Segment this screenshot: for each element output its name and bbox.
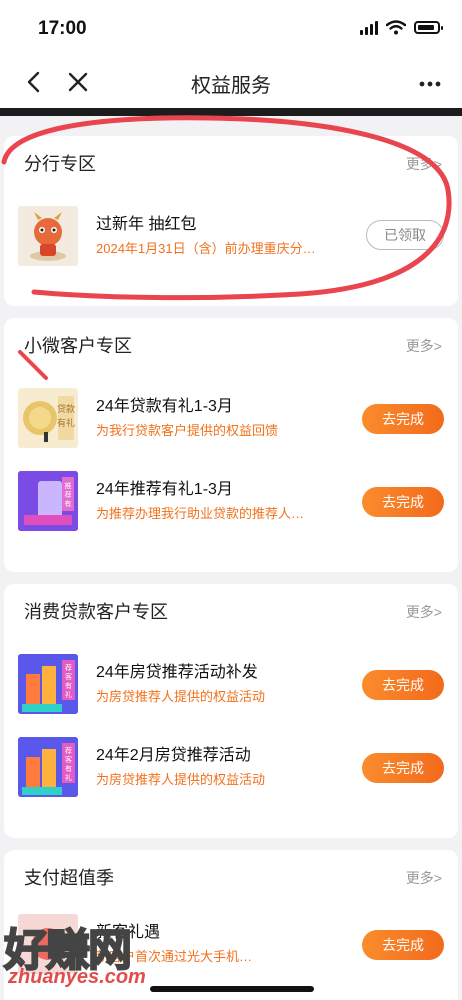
item-title: 24年2月房贷推荐活动 xyxy=(96,747,251,764)
complete-button[interactable]: 去完成 xyxy=(362,487,444,517)
status-time: 17:00 xyxy=(38,18,87,39)
list-item[interactable]: 荐 客 有 礼 24年房贷推荐活动补发 为房贷推荐人提供的权益活动 去完成 xyxy=(4,652,458,716)
section-consumer-loan: 消费贷款客户专区 更多> 荐 客 有 礼 24年房贷推荐活动补发 为房贷推荐人提… xyxy=(4,584,458,838)
dragon-mascot-icon xyxy=(18,206,78,266)
section-small-business: 小微客户专区 更多> 贷款 有礼 24年贷款有礼1-3月 为我行贷款客户提供的权… xyxy=(4,318,458,572)
wifi-icon xyxy=(386,20,406,35)
more-link[interactable]: 更多> xyxy=(406,336,442,356)
item-desc: 为我行贷款客户提供的权益回馈 xyxy=(96,423,279,438)
mortgage-referral-icon: 荐 客 有 礼 xyxy=(18,737,78,797)
list-item[interactable]: 推 荐 有 24年推荐有礼1-3月 为推荐办理我行助业贷款的推荐人… 去完成 xyxy=(4,469,458,533)
complete-button[interactable]: 去完成 xyxy=(362,753,444,783)
referral-gift-icon: 推 荐 有 xyxy=(18,471,78,531)
svg-text:贷款: 贷款 xyxy=(57,403,75,415)
svg-text:有: 有 xyxy=(65,764,72,773)
item-desc: 为房贷推荐人提供的权益活动 xyxy=(96,689,266,704)
list-item[interactable]: 荐 客 有 礼 24年2月房贷推荐活动 为房贷推荐人提供的权益活动 去完成 xyxy=(4,735,458,799)
more-icon[interactable] xyxy=(416,68,444,96)
home-indicator[interactable] xyxy=(150,986,314,992)
section-branch: 分行专区 更多> 过新年 抽红包 2024年1月31日（含）前办理重庆分… 已领… xyxy=(4,136,458,306)
item-title: 24年贷款有礼1-3月 xyxy=(96,398,233,415)
svg-text:客: 客 xyxy=(65,672,72,681)
svg-text:礼: 礼 xyxy=(65,773,72,782)
svg-text:有礼: 有礼 xyxy=(57,417,75,429)
svg-text:荐: 荐 xyxy=(65,746,72,755)
watermark-url: zhuanyes.com xyxy=(8,966,146,988)
complete-button[interactable]: 去完成 xyxy=(362,404,444,434)
item-title: 24年房贷推荐活动补发 xyxy=(96,664,258,681)
section-title: 分行专区 xyxy=(24,154,96,174)
status-bar: 17:00 xyxy=(0,0,462,56)
item-desc: 为推荐办理我行助业贷款的推荐人… xyxy=(96,506,305,521)
svg-text:荐: 荐 xyxy=(65,663,72,672)
item-title: 24年推荐有礼1-3月 xyxy=(96,481,233,498)
svg-text:荐: 荐 xyxy=(65,490,72,499)
svg-text:礼: 礼 xyxy=(65,690,72,699)
list-item[interactable]: 贷款 有礼 24年贷款有礼1-3月 为我行贷款客户提供的权益回馈 去完成 xyxy=(4,386,458,450)
svg-text:推: 推 xyxy=(65,481,72,490)
mortgage-referral-icon: 荐 客 有 礼 xyxy=(18,654,78,714)
section-title: 小微客户专区 xyxy=(24,336,132,356)
nav-bar: 权益服务 xyxy=(0,56,462,108)
svg-text:客: 客 xyxy=(65,755,72,764)
item-title: 过新年 抽红包 xyxy=(96,216,197,233)
status-icons xyxy=(360,20,443,35)
svg-text:有: 有 xyxy=(65,681,72,690)
loan-gift-icon: 贷款 有礼 xyxy=(18,388,78,448)
battery-icon xyxy=(414,21,443,34)
item-desc: 为房贷推荐人提供的权益活动 xyxy=(96,772,266,787)
list-item[interactable]: 过新年 抽红包 2024年1月31日（含）前办理重庆分… 已领取 xyxy=(4,204,458,268)
section-title: 支付超值季 xyxy=(24,868,114,888)
svg-text:有: 有 xyxy=(65,499,72,508)
page-title: 权益服务 xyxy=(191,75,271,97)
more-link[interactable]: 更多> xyxy=(406,154,442,174)
section-title: 消费贷款客户专区 xyxy=(24,602,168,622)
item-desc: 2024年1月31日（含）前办理重庆分… xyxy=(96,241,316,256)
more-link[interactable]: 更多> xyxy=(406,868,442,888)
claimed-button[interactable]: 已领取 xyxy=(366,220,444,250)
complete-button[interactable]: 去完成 xyxy=(362,670,444,700)
complete-button[interactable]: 去完成 xyxy=(362,930,444,960)
nav-divider xyxy=(0,108,462,116)
more-link[interactable]: 更多> xyxy=(406,602,442,622)
signal-icon xyxy=(360,20,378,35)
